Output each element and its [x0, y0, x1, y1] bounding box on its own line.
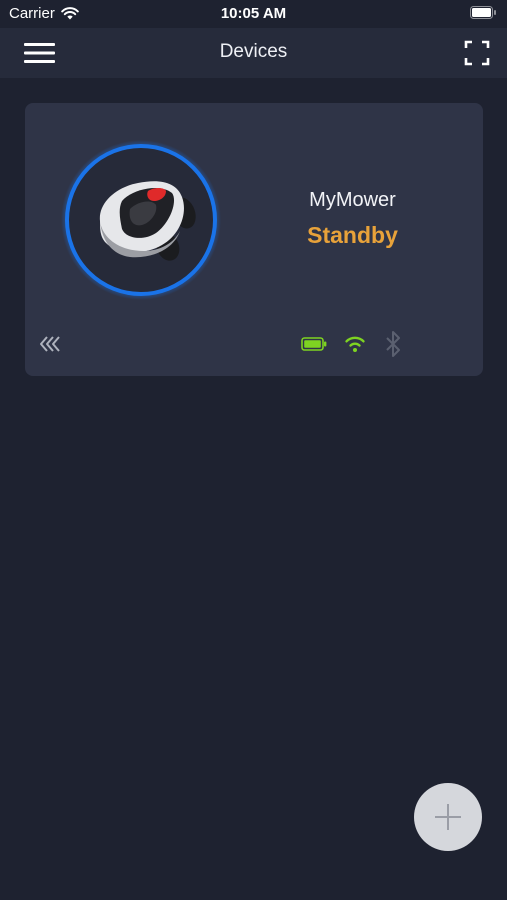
page-title: Devices	[219, 41, 288, 62]
bluetooth-icon	[386, 331, 400, 357]
battery-icon	[301, 337, 327, 351]
add-device-button[interactable]	[414, 783, 482, 851]
device-name: MyMower	[309, 189, 396, 211]
plus-icon	[435, 804, 461, 830]
nav-bar: Devices	[0, 28, 507, 78]
wifi-icon	[345, 336, 365, 352]
device-card[interactable]: MyMower Standby	[25, 103, 483, 376]
device-status: Standby	[307, 222, 398, 248]
status-bar: Carrier 10:05 AM	[0, 0, 507, 28]
fullscreen-icon[interactable]	[464, 40, 490, 66]
battery-icon	[470, 6, 496, 19]
chevrons-left-icon[interactable]	[39, 334, 65, 354]
status-time: 10:05 AM	[220, 5, 287, 22]
mower-status-ring	[61, 140, 221, 300]
